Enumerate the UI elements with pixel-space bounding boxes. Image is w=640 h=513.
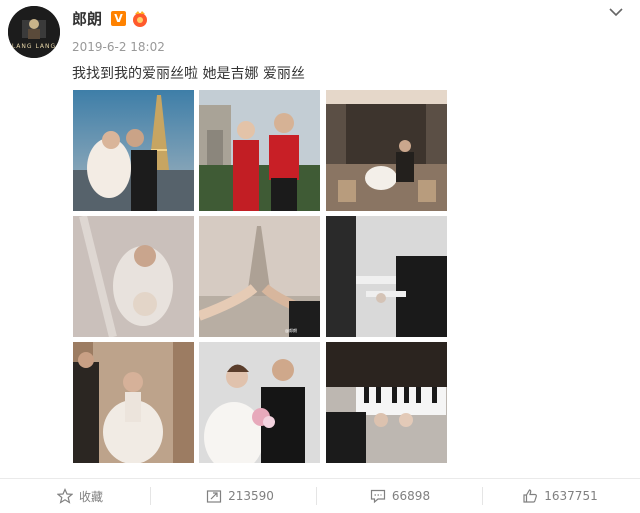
- share-icon: [206, 490, 222, 503]
- separator: [150, 487, 151, 505]
- separator: [316, 487, 317, 505]
- photo-veil-closeup[interactable]: [73, 216, 194, 337]
- chevron-down-icon[interactable]: [608, 6, 624, 18]
- medal-icon[interactable]: [131, 10, 149, 28]
- photo-eiffel-tower-couple[interactable]: [73, 90, 194, 211]
- star-icon: [56, 488, 73, 504]
- photo-watermark: @郎朗: [285, 327, 297, 333]
- photo-arc-de-triomphe-qipao[interactable]: [199, 90, 320, 211]
- verified-badge-icon[interactable]: V: [111, 11, 126, 26]
- like-button[interactable]: 1637751: [480, 479, 640, 513]
- photo-piano-hands-bw[interactable]: [326, 216, 447, 337]
- avatar[interactable]: LANG LANG: [8, 6, 60, 58]
- photo-door-portrait[interactable]: [73, 342, 194, 463]
- thumbs-up-icon: [523, 489, 538, 503]
- photo-bouquet-portrait[interactable]: [199, 342, 320, 463]
- favorite-button[interactable]: 收藏: [0, 479, 160, 513]
- like-count: 1637751: [544, 489, 598, 503]
- comment-icon: [370, 489, 386, 504]
- avatar-text: LANG LANG: [11, 43, 57, 50]
- post-content: 我找到我的爱丽丝啦 她是吉娜 爱丽丝: [72, 66, 305, 82]
- photo-paris-cafe-couple[interactable]: [326, 90, 447, 211]
- favorite-label: 收藏: [78, 489, 103, 504]
- photo-holding-hands-eiffel[interactable]: @郎朗: [199, 216, 320, 337]
- post-timestamp[interactable]: 2019-6-2 18:02: [72, 40, 165, 54]
- photo-piano-keys-four-hands[interactable]: [326, 342, 447, 463]
- repost-count: 213590: [228, 489, 274, 503]
- repost-button[interactable]: 213590: [160, 479, 320, 513]
- comment-count: 66898: [391, 489, 431, 503]
- author-name[interactable]: 郎朗: [72, 8, 102, 29]
- photo-grid: @郎朗: [73, 90, 447, 464]
- action-bar: 收藏 213590 66898 1637751: [0, 479, 640, 513]
- comment-button[interactable]: 66898: [320, 479, 480, 513]
